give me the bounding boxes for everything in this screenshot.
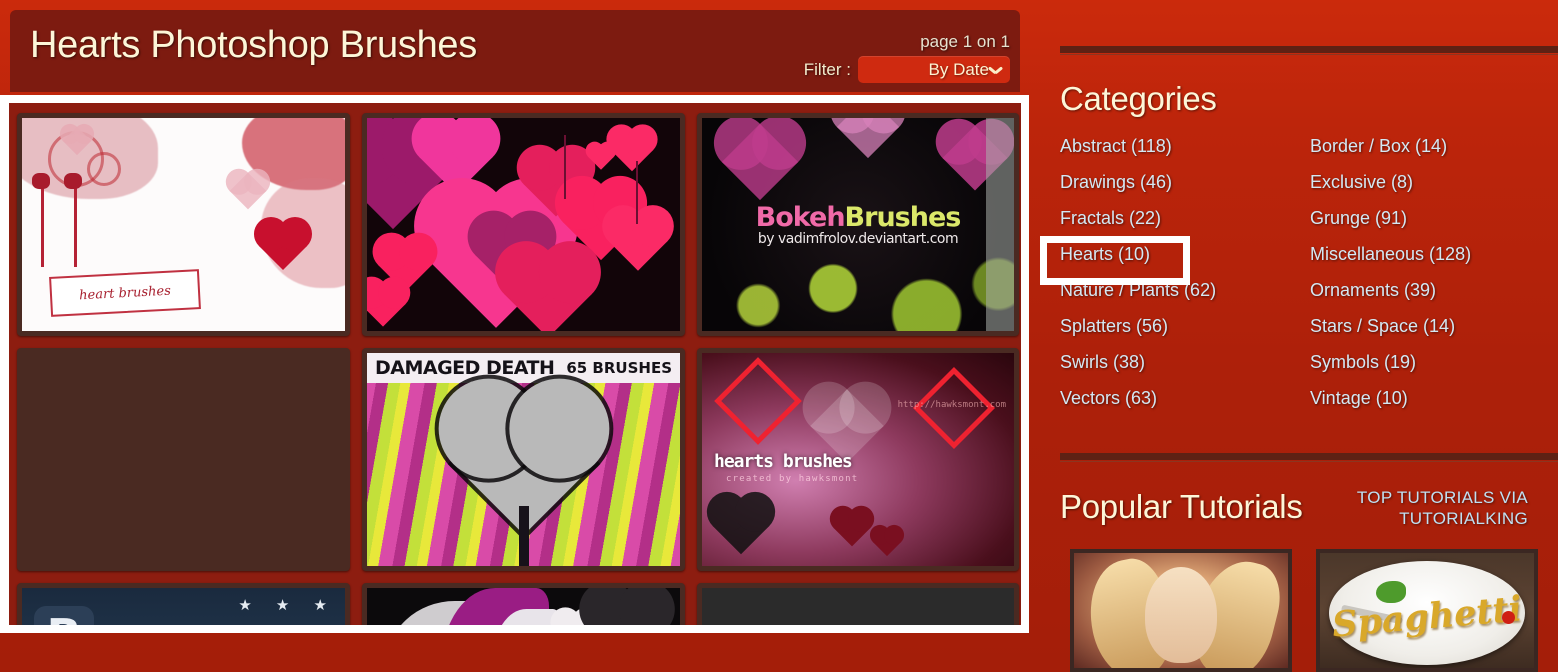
category-link-hearts[interactable]: Hearts (10) [1060,242,1310,266]
category-link-symbols[interactable]: Symbols (19) [1310,350,1530,374]
popular-tutorials-heading: Popular Tutorials [1060,488,1303,525]
brush-preview-image [702,588,1014,625]
filter-label: Filter : [803,59,851,79]
brush-thumbnail-frame[interactable]: http://hawksmont.com hearts brushes crea… [697,348,1019,571]
page-title: Hearts Photoshop Brushes [30,24,477,66]
brush-thumbnail-item[interactable]: http://hawksmont.com hearts brushes crea… [693,342,1021,577]
category-link-vintage[interactable]: Vintage (10) [1310,386,1530,410]
brush-thumbnail-grid: heart brushes BokehBrushes by vadimfrolo… [9,103,1021,625]
category-link-miscellaneous[interactable]: Miscellaneous (128) [1310,242,1530,266]
category-link-fractals[interactable]: Fractals (22) [1060,206,1310,230]
brush-thumbnail-frame[interactable] [697,583,1019,625]
brush-thumbnail-item[interactable] [358,577,693,625]
brush-thumbnail-frame[interactable]: DAMAGED DEATH 65 BRUSHES [362,348,685,571]
brush-preview-image: DAMAGED DEATH 65 BRUSHES [367,353,680,566]
brush-caption-sub: by vadimfrolov.deviantart.com [757,231,959,247]
divider [1060,453,1558,462]
tutorial-thumbnail-blonde-woman[interactable] [1070,549,1292,672]
brush-preview-image [367,118,680,331]
category-link-grunge[interactable]: Grunge (91) [1310,206,1530,230]
brush-thumbnail-item[interactable]: heart brushes [13,107,358,342]
brush-caption: hearts brushes [714,450,853,472]
brush-caption: DAMAGED DEATH [375,357,555,379]
brush-caption: B [34,606,94,625]
brush-thumbnail-item[interactable]: BokehBrushes by vadimfrolov.deviantart.c… [693,107,1021,342]
category-link-stars-space[interactable]: Stars / Space (14) [1310,314,1530,338]
brush-thumbnail-frame[interactable]: heart brushes [17,113,350,336]
category-link-drawings[interactable]: Drawings (46) [1060,170,1310,194]
category-link-ornaments[interactable]: Ornaments (39) [1310,278,1530,302]
brush-thumbnail-frame[interactable]: HALFTONES BRUSHES #2 http://arinthoughts… [17,348,350,571]
tutorial-thumbnail-spaghetti[interactable]: Spaghetti [1316,549,1538,672]
brush-preview-image [367,588,680,625]
category-link-exclusive[interactable]: Exclusive (8) [1310,170,1530,194]
filter-select[interactable]: By Date [858,56,1010,83]
brush-thumbnail-item[interactable] [358,107,693,342]
category-list: Abstract (118) Border / Box (14) Drawing… [1060,134,1530,410]
filter-selected-value: By Date [928,59,989,79]
divider [1060,46,1558,55]
listing-header-panel: Hearts Photoshop Brushes page 1 on 1 Fil… [10,10,1020,92]
decor-face [1145,567,1217,664]
brush-preview-image: ★ ★ ★ B Brush Set: Stars v1 // Applicati… [22,588,345,625]
brush-caption: heart brushes [49,269,201,317]
brush-caption-right: 65 BRUSHES [566,359,672,377]
stars-icon: ★ ★ ★ [238,597,337,614]
brush-thumbnail-item[interactable] [693,577,1021,625]
page-indicator: page 1 on 1 [920,32,1010,51]
brush-preview-image: BokehBrushes by vadimfrolov.deviantart.c… [702,118,1014,331]
top-tutorials-via-link[interactable]: TOP TUTORIALS VIA TUTORIALKING [1328,487,1528,529]
category-link-swirls[interactable]: Swirls (38) [1060,350,1310,374]
chevron-down-icon [989,66,1002,74]
brush-thumbnail-item[interactable]: HALFTONES BRUSHES #2 http://arinthoughts… [13,342,358,577]
brush-caption: BokehBrushes [755,202,962,233]
category-link-abstract[interactable]: Abstract (118) [1060,134,1310,158]
brush-thumbnail-frame[interactable] [362,583,685,625]
brush-thumbnail-frame[interactable]: ★ ★ ★ B Brush Set: Stars v1 // Applicati… [17,583,350,625]
category-link-splatters[interactable]: Splatters (56) [1060,314,1310,338]
brush-caption-url: http://hawksmont.com [897,399,1006,410]
tutorial-thumbnail-list: Spaghetti [1070,549,1538,672]
brush-listing-column: Hearts Photoshop Brushes page 1 on 1 Fil… [0,0,1030,672]
category-link-vectors[interactable]: Vectors (63) [1060,386,1310,410]
brush-preview-image: http://hawksmont.com hearts brushes crea… [702,353,1014,566]
category-link-nature-plants[interactable]: Nature / Plants (62) [1060,278,1310,302]
brush-thumbnail-frame[interactable]: BokehBrushes by vadimfrolov.deviantart.c… [697,113,1019,336]
category-link-border-box[interactable]: Border / Box (14) [1310,134,1530,158]
brush-preview-image: heart brushes [22,118,345,331]
categories-heading: Categories [1060,80,1217,117]
decor-tomato [1501,610,1515,624]
sidebar: Categories Abstract (118) Border / Box (… [1030,0,1558,672]
preview-side-bar [986,118,1014,331]
brush-thumbnail-item[interactable]: DAMAGED DEATH 65 BRUSHES [358,342,693,577]
filter-row: Filter : By Date [804,56,1010,83]
brush-grid-highlight-ring: heart brushes BokehBrushes by vadimfrolo… [0,95,1029,633]
brush-caption-sub: created by hawksmont [726,474,859,485]
pagination-and-filter: page 1 on 1 Filter : By Date [804,32,1010,83]
brush-thumbnail-frame[interactable] [362,113,685,336]
brush-thumbnail-item[interactable]: ★ ★ ★ B Brush Set: Stars v1 // Applicati… [13,577,358,625]
